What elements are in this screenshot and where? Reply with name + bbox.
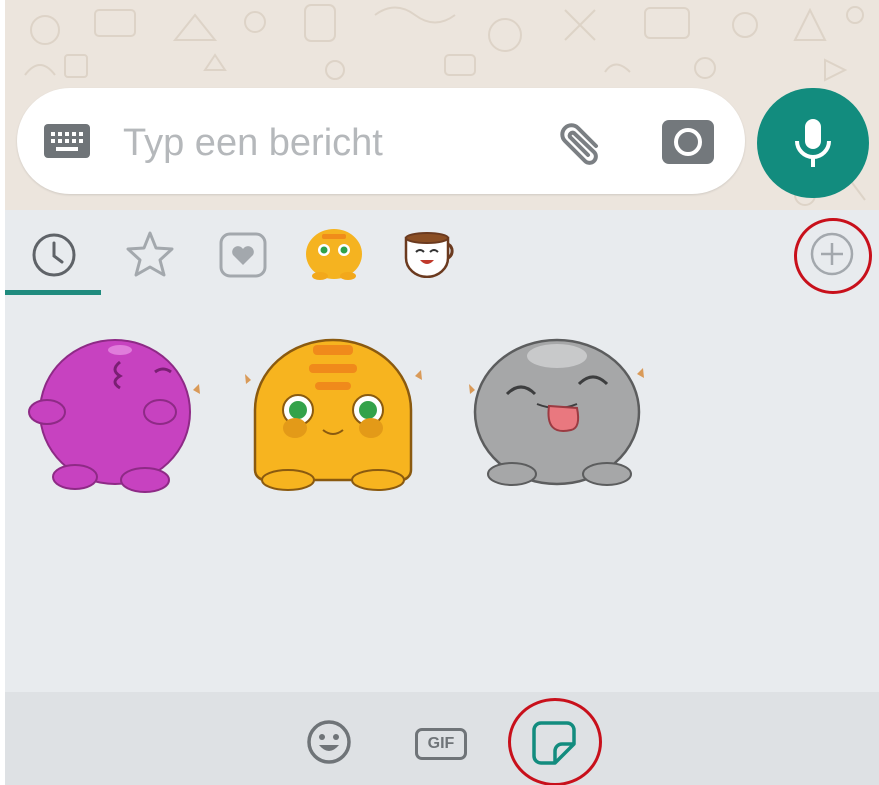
clock-icon[interactable] xyxy=(31,232,77,278)
paperclip-icon[interactable] xyxy=(552,116,608,168)
gray-blob-sticker[interactable] xyxy=(467,334,645,494)
heart-icon[interactable] xyxy=(219,232,267,278)
gif-label: GIF xyxy=(427,735,455,752)
panel-bottom-bar: GIF xyxy=(5,692,879,785)
whatsapp-sticker-panel: Typ een bericht GIF xyxy=(5,0,879,785)
add-pack-highlight-circle xyxy=(794,218,872,294)
gif-button[interactable]: GIF xyxy=(415,728,467,760)
emoji-icon[interactable] xyxy=(305,718,353,766)
message-input-placeholder[interactable]: Typ een bericht xyxy=(123,122,383,164)
keyboard-icon[interactable] xyxy=(44,124,90,158)
coffee-cup-pack-icon[interactable] xyxy=(400,228,464,278)
camera-icon[interactable] xyxy=(662,120,714,164)
star-icon[interactable] xyxy=(125,230,175,278)
sticker-button-highlight-circle xyxy=(508,698,602,785)
yellow-blob-sticker[interactable] xyxy=(243,330,423,496)
sticker-tab-row xyxy=(5,210,879,296)
selected-tab-indicator xyxy=(5,290,101,295)
sticker-grid xyxy=(5,296,879,692)
microphone-icon xyxy=(795,119,831,167)
message-input-bar[interactable]: Typ een bericht xyxy=(17,88,745,194)
microphone-button[interactable] xyxy=(757,88,869,198)
purple-blob-sticker[interactable] xyxy=(25,332,200,497)
yellow-blob-pack-icon[interactable] xyxy=(302,224,366,284)
